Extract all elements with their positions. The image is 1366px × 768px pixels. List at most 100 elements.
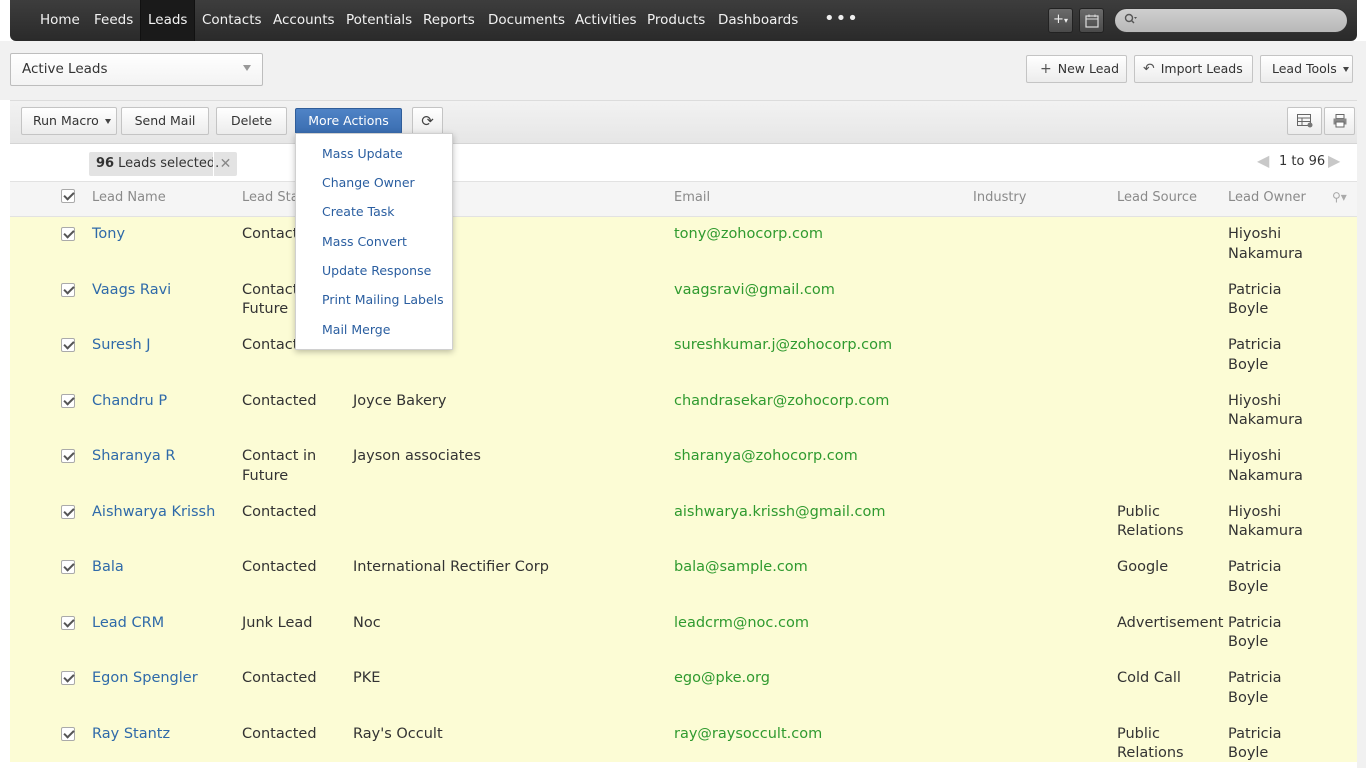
table-row[interactable]: Aishwarya Krissh Contacted aishwarya.kriss…: [10, 495, 1357, 551]
run-macro-button[interactable]: Run Macro: [21, 107, 117, 135]
table-row[interactable]: Sharanya R Contact in Future Jayson associa…: [10, 439, 1357, 495]
menu-item-print-mailing-labels[interactable]: Print Mailing Labels: [322, 292, 444, 307]
email-link[interactable]: chandrasekar@zohocorp.com: [674, 392, 889, 412]
row-checkbox[interactable]: [61, 449, 75, 463]
lead-name-link[interactable]: Egon Spengler: [92, 669, 198, 689]
quick-create-icon[interactable]: +▾: [1048, 8, 1073, 33]
previous-page-icon[interactable]: ◀: [1257, 153, 1273, 169]
column-header-industry[interactable]: Industry: [973, 190, 1026, 205]
email-link[interactable]: ego@pke.org: [674, 669, 770, 689]
table-row[interactable]: Suresh J Contacte sureshkumar.j@zohocorp.c…: [10, 328, 1357, 384]
nav-activities[interactable]: Activities: [575, 0, 637, 41]
lead-tools-button[interactable]: Lead Tools: [1260, 55, 1353, 83]
table-row[interactable]: Vaags RaviContactFuturencesvaagsravi@gma…: [10, 273, 1357, 329]
import-leads-button[interactable]: ↶ Import Leads: [1134, 55, 1253, 83]
menu-item-create-task[interactable]: Create Task: [322, 204, 395, 219]
delete-button[interactable]: Delete: [216, 107, 287, 135]
nav-dashboards[interactable]: Dashboards: [718, 0, 798, 41]
table-settings-icon[interactable]: [1287, 107, 1322, 135]
column-header-lead-source[interactable]: Lead Source: [1117, 190, 1197, 205]
lead-owner: Patricia Boyle: [1228, 669, 1282, 708]
row-checkbox[interactable]: [61, 338, 75, 352]
email-link[interactable]: aishwarya.krissh@gmail.com: [674, 503, 885, 523]
nav-potentials[interactable]: Potentials: [346, 0, 412, 41]
new-lead-button[interactable]: + New Lead: [1026, 55, 1127, 83]
nav-reports[interactable]: Reports: [423, 0, 475, 41]
menu-item-change-owner[interactable]: Change Owner: [322, 175, 415, 190]
row-checkbox[interactable]: [61, 504, 75, 519]
action-toolbar: [10, 100, 1357, 144]
row-checkbox[interactable]: [61, 726, 75, 741]
calendar-icon[interactable]: [1079, 8, 1104, 33]
lead-name-link[interactable]: Vaags Ravi: [92, 281, 171, 301]
nav-home[interactable]: Home: [40, 0, 80, 41]
global-search-input[interactable]: [1114, 8, 1348, 33]
nav-feeds[interactable]: Feeds: [94, 0, 133, 41]
email-link[interactable]: bala@sample.com: [674, 558, 808, 578]
column-header-email[interactable]: Email: [674, 190, 710, 205]
lead-name-link[interactable]: Lead CRM: [92, 614, 164, 634]
menu-item-update-response[interactable]: Update Response: [322, 263, 431, 278]
lead-name-link[interactable]: Tony: [92, 225, 125, 245]
menu-item-mail-merge[interactable]: Mail Merge: [322, 322, 390, 337]
table-row[interactable]: Ray Stantz Contacted Ray's Occult ray@rayso…: [10, 717, 1357, 763]
company: International Rectifier Corp: [353, 559, 549, 575]
email-link[interactable]: leadcrm@noc.com: [674, 614, 809, 634]
view-select-dropdown[interactable]: Active Leads: [10, 53, 263, 86]
lead-name-link[interactable]: Suresh J: [92, 336, 151, 356]
column-header-lead-status[interactable]: Lead Sta: [242, 190, 299, 205]
more-actions-button[interactable]: More Actions: [295, 108, 402, 134]
lead-name-link[interactable]: Bala: [92, 558, 124, 578]
next-page-icon[interactable]: ▶: [1328, 153, 1344, 169]
email-link[interactable]: vaagsravi@gmail.com: [674, 281, 835, 301]
send-mail-button[interactable]: Send Mail: [121, 107, 209, 135]
lead-owner: Patricia Boyle: [1228, 614, 1282, 653]
email-link[interactable]: sharanya@zohocorp.com: [674, 447, 858, 467]
row-checkbox[interactable]: [61, 227, 75, 241]
lead-status: Contacted: [242, 558, 317, 578]
nav-contacts[interactable]: Contacts: [202, 0, 262, 41]
email-link[interactable]: sureshkumar.j@zohocorp.com: [674, 336, 892, 356]
table-row[interactable]: Bala Contacted International Rectifier Cor…: [10, 550, 1357, 606]
table-row[interactable]: Tony Contacte tony@zohocorp.com Hiyoshi Naka…: [10, 217, 1357, 273]
lead-name-link[interactable]: Ray Stantz: [92, 725, 170, 745]
row-checkbox[interactable]: [61, 615, 75, 630]
menu-item-mass-update[interactable]: Mass Update: [322, 146, 403, 161]
lead-owner-last: Boyle: [1228, 301, 1269, 317]
lead-owner-first: Patricia: [1228, 559, 1282, 575]
lead-status: Contact Future: [242, 281, 298, 320]
lead-name-link[interactable]: Aishwarya Krissh: [92, 503, 215, 523]
lead-owner: Hiyoshi Nakamura: [1228, 447, 1303, 486]
column-search-icon[interactable]: ⚲▾: [1332, 190, 1347, 204]
clear-selection-icon[interactable]: ✕: [213, 152, 237, 176]
column-header-lead-owner[interactable]: Lead Owner: [1228, 190, 1306, 205]
lead-owner-first: Patricia: [1228, 725, 1282, 742]
column-header-lead-name[interactable]: Lead Name: [92, 190, 166, 205]
table-row[interactable]: Lead CRM Junk Lead Noc leadcrm@noc.com Adver…: [10, 606, 1357, 662]
email-link[interactable]: tony@zohocorp.com: [674, 225, 823, 245]
row-checkbox[interactable]: [61, 560, 75, 574]
email-link[interactable]: ray@raysoccult.com: [674, 725, 822, 745]
row-checkbox[interactable]: [61, 393, 75, 408]
lead-name-link[interactable]: Sharanya R: [92, 447, 175, 467]
table-row[interactable]: Chandru P Contacted Joyce Bakery chandrasek…: [10, 384, 1357, 440]
nav-accounts[interactable]: Accounts: [273, 0, 335, 41]
new-lead-label: New Lead: [1057, 61, 1120, 76]
lead-name-link[interactable]: Chandru P: [92, 392, 167, 412]
nav-products[interactable]: Products: [647, 0, 705, 41]
lead-owner-last: Nakamura: [1228, 412, 1303, 428]
refresh-icon[interactable]: ⟳: [412, 107, 443, 135]
nav-leads[interactable]: Leads: [140, 0, 196, 41]
more-tabs-icon[interactable]: •••: [824, 0, 859, 41]
nav-documents[interactable]: Documents: [488, 0, 565, 41]
lead-source-line1: Public: [1117, 725, 1160, 742]
row-checkbox[interactable]: [61, 671, 75, 685]
selected-label: Leads selected.: [118, 156, 220, 171]
menu-item-mass-convert[interactable]: Mass Convert: [322, 234, 407, 249]
row-checkbox[interactable]: [61, 282, 75, 297]
lead-status-line1: Contacted: [242, 392, 317, 409]
lead-owner-first: Patricia: [1228, 670, 1282, 686]
table-row[interactable]: Egon Spengler Contacted PKE ego@pke.org Cold…: [10, 661, 1357, 717]
print-icon[interactable]: [1324, 107, 1355, 135]
select-all-checkbox[interactable]: [61, 189, 75, 203]
